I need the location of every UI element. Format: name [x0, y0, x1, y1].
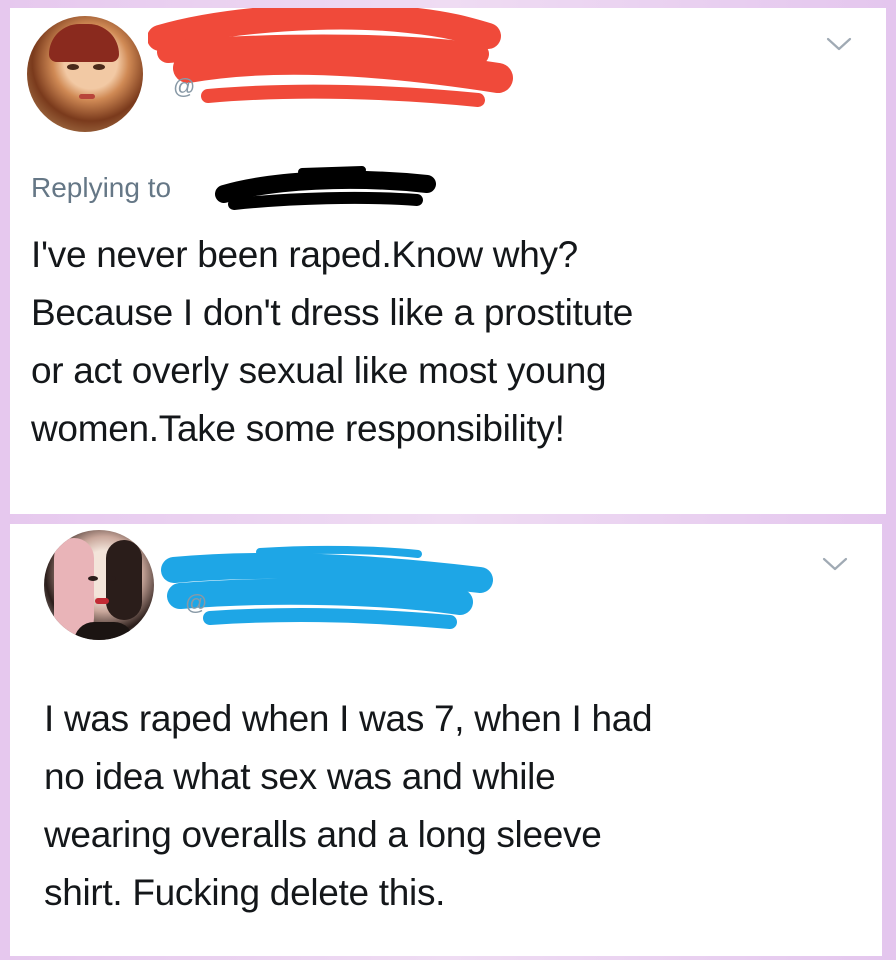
avatar[interactable]	[27, 16, 143, 132]
tweet-text: I was raped when I was 7, when I had no …	[44, 690, 864, 922]
redacted-display-name	[148, 8, 513, 107]
handle-prefix: @	[173, 74, 196, 99]
tweet-text-line: I've never been raped.Know why?	[31, 234, 578, 275]
chevron-down-icon[interactable]	[822, 556, 848, 572]
tweet-card-1[interactable]: @ Replying to I've never been raped.Know…	[10, 8, 886, 514]
chevron-down-icon[interactable]	[826, 36, 852, 52]
tweet-text-line: women.Take some responsibility!	[31, 408, 565, 449]
tweet-text-line: no idea what sex was and while	[44, 756, 556, 797]
tweet-text-line: wearing overalls and a long sleeve	[44, 814, 602, 855]
tweet-text-line: shirt. Fucking delete this.	[44, 872, 446, 913]
tweet-card-2[interactable]: @ I was raped when I was 7, when I had n…	[10, 524, 882, 956]
tweet-text-line: Because I don't dress like a prostitute	[31, 292, 634, 333]
avatar[interactable]	[44, 530, 154, 640]
tweet-text-line: or act overly sexual like most young	[31, 350, 607, 391]
redacted-reply-handle	[215, 166, 436, 210]
tweet-text-line: I was raped when I was 7, when I had	[44, 698, 653, 739]
replying-to-label: Replying to	[31, 172, 172, 203]
tweet-text: I've never been raped.Know why? Because …	[31, 226, 871, 458]
handle-prefix: @	[185, 590, 208, 615]
redacted-display-name	[161, 545, 493, 629]
